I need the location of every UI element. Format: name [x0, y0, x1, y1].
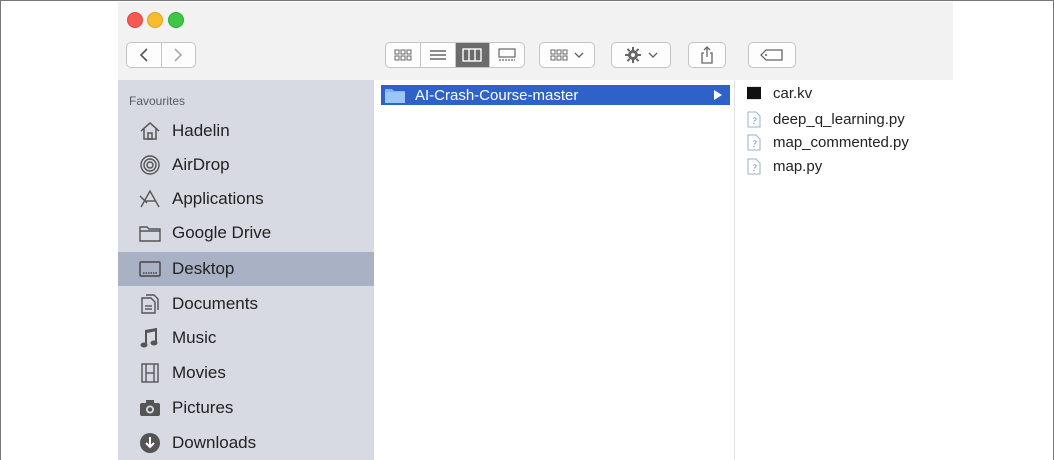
share-button[interactable] [688, 42, 726, 68]
sidebar-item-label: Desktop [172, 259, 235, 278]
folder-label: AI-Crash-Course-master [415, 86, 579, 104]
chevron-right-icon [174, 48, 183, 62]
documents-icon [139, 293, 161, 315]
columns-icon [462, 48, 483, 62]
gear-icon [625, 47, 641, 63]
sidebar-item-label: Google Drive [172, 223, 272, 242]
gallery-view-button[interactable] [489, 43, 524, 67]
back-button[interactable] [127, 43, 161, 67]
sidebar-item-pictures[interactable]: Pictures [118, 391, 374, 425]
python-file-icon: ? [747, 134, 761, 150]
back-forward-control [126, 42, 196, 68]
browser-column-1: AI-Crash-Course-master [374, 80, 734, 460]
svg-text:?: ? [752, 139, 757, 149]
sidebar-item-label: Documents [172, 294, 258, 313]
file-label: car.kv [773, 84, 813, 102]
sidebar-item-label: Music [172, 328, 217, 347]
browser-column-2: car.kv ? deep_q_learning.py ? map_commen… [735, 80, 953, 460]
svg-text:?: ? [752, 163, 757, 173]
sidebar-item-label: Applications [172, 189, 264, 208]
sidebar: Favourites Hadelin AirDrop Applications … [118, 80, 374, 460]
sidebar-item-label: Downloads [172, 433, 257, 452]
forward-button[interactable] [160, 43, 196, 67]
list-view-button[interactable] [419, 43, 455, 67]
file-row-deep-q-learning[interactable]: ? deep_q_learning.py [747, 108, 905, 130]
desktop-icon [139, 258, 161, 280]
chevron-down-icon [648, 52, 658, 58]
movies-icon [139, 362, 161, 384]
folder-icon [385, 88, 405, 103]
chevron-left-icon [139, 48, 148, 62]
gallery-icon [498, 48, 516, 61]
sidebar-item-label: AirDrop [172, 155, 230, 174]
file-label: map.py [773, 157, 823, 175]
sidebar-item-documents[interactable]: Documents [118, 287, 374, 321]
sidebar-item-label: Pictures [172, 398, 234, 417]
file-row-map-commented[interactable]: ? map_commented.py [747, 131, 909, 153]
folder-row-ai-crash-course-master[interactable]: AI-Crash-Course-master [381, 85, 730, 105]
airdrop-icon [139, 154, 161, 176]
black-file-icon [747, 85, 761, 101]
sidebar-item-music[interactable]: Music [118, 321, 374, 355]
python-file-icon: ? [747, 158, 761, 174]
close-window-button[interactable] [127, 12, 143, 28]
zoom-window-button[interactable] [168, 12, 184, 28]
sidebar-heading: Favourites [129, 94, 186, 108]
sidebar-item-label: Movies [172, 363, 226, 382]
sidebar-item-airdrop[interactable]: AirDrop [118, 148, 374, 182]
sidebar-item-downloads[interactable]: Downloads [118, 426, 374, 460]
file-row-map[interactable]: ? map.py [747, 155, 822, 177]
sidebar-item-label: Hadelin [172, 121, 230, 140]
column-view-button[interactable] [454, 43, 490, 67]
tag-icon [760, 49, 783, 61]
finder-window: Favourites Hadelin AirDrop Applications … [0, 0, 1054, 460]
home-icon [139, 120, 161, 142]
chevron-down-icon [574, 52, 584, 58]
view-mode-control [385, 42, 525, 68]
sidebar-item-hadelin[interactable]: Hadelin [118, 114, 374, 148]
python-file-icon: ? [747, 111, 761, 127]
sidebar-item-movies[interactable]: Movies [118, 356, 374, 390]
camera-icon [139, 397, 161, 419]
downloads-icon [139, 432, 161, 454]
action-menu-button[interactable] [611, 42, 671, 68]
file-row-car-kv[interactable]: car.kv [747, 82, 812, 104]
file-label: map_commented.py [773, 133, 909, 151]
music-icon [139, 327, 161, 349]
applications-icon [139, 188, 161, 210]
grid-icon [394, 49, 412, 61]
sidebar-item-applications[interactable]: Applications [118, 182, 374, 216]
disclosure-arrow-icon [714, 90, 722, 100]
file-label: deep_q_learning.py [773, 110, 905, 128]
icon-view-button[interactable] [386, 43, 420, 67]
sidebar-item-google-drive[interactable]: Google Drive [118, 216, 374, 250]
toolbar [118, 2, 953, 80]
share-icon [701, 46, 713, 64]
grid-icon [550, 49, 568, 61]
tags-button[interactable] [748, 42, 796, 68]
folder-icon [139, 222, 161, 244]
group-by-button[interactable] [539, 42, 595, 68]
minimize-window-button[interactable] [147, 12, 163, 28]
sidebar-item-desktop[interactable]: Desktop [118, 252, 374, 286]
list-icon [429, 50, 446, 60]
svg-text:?: ? [752, 116, 757, 126]
